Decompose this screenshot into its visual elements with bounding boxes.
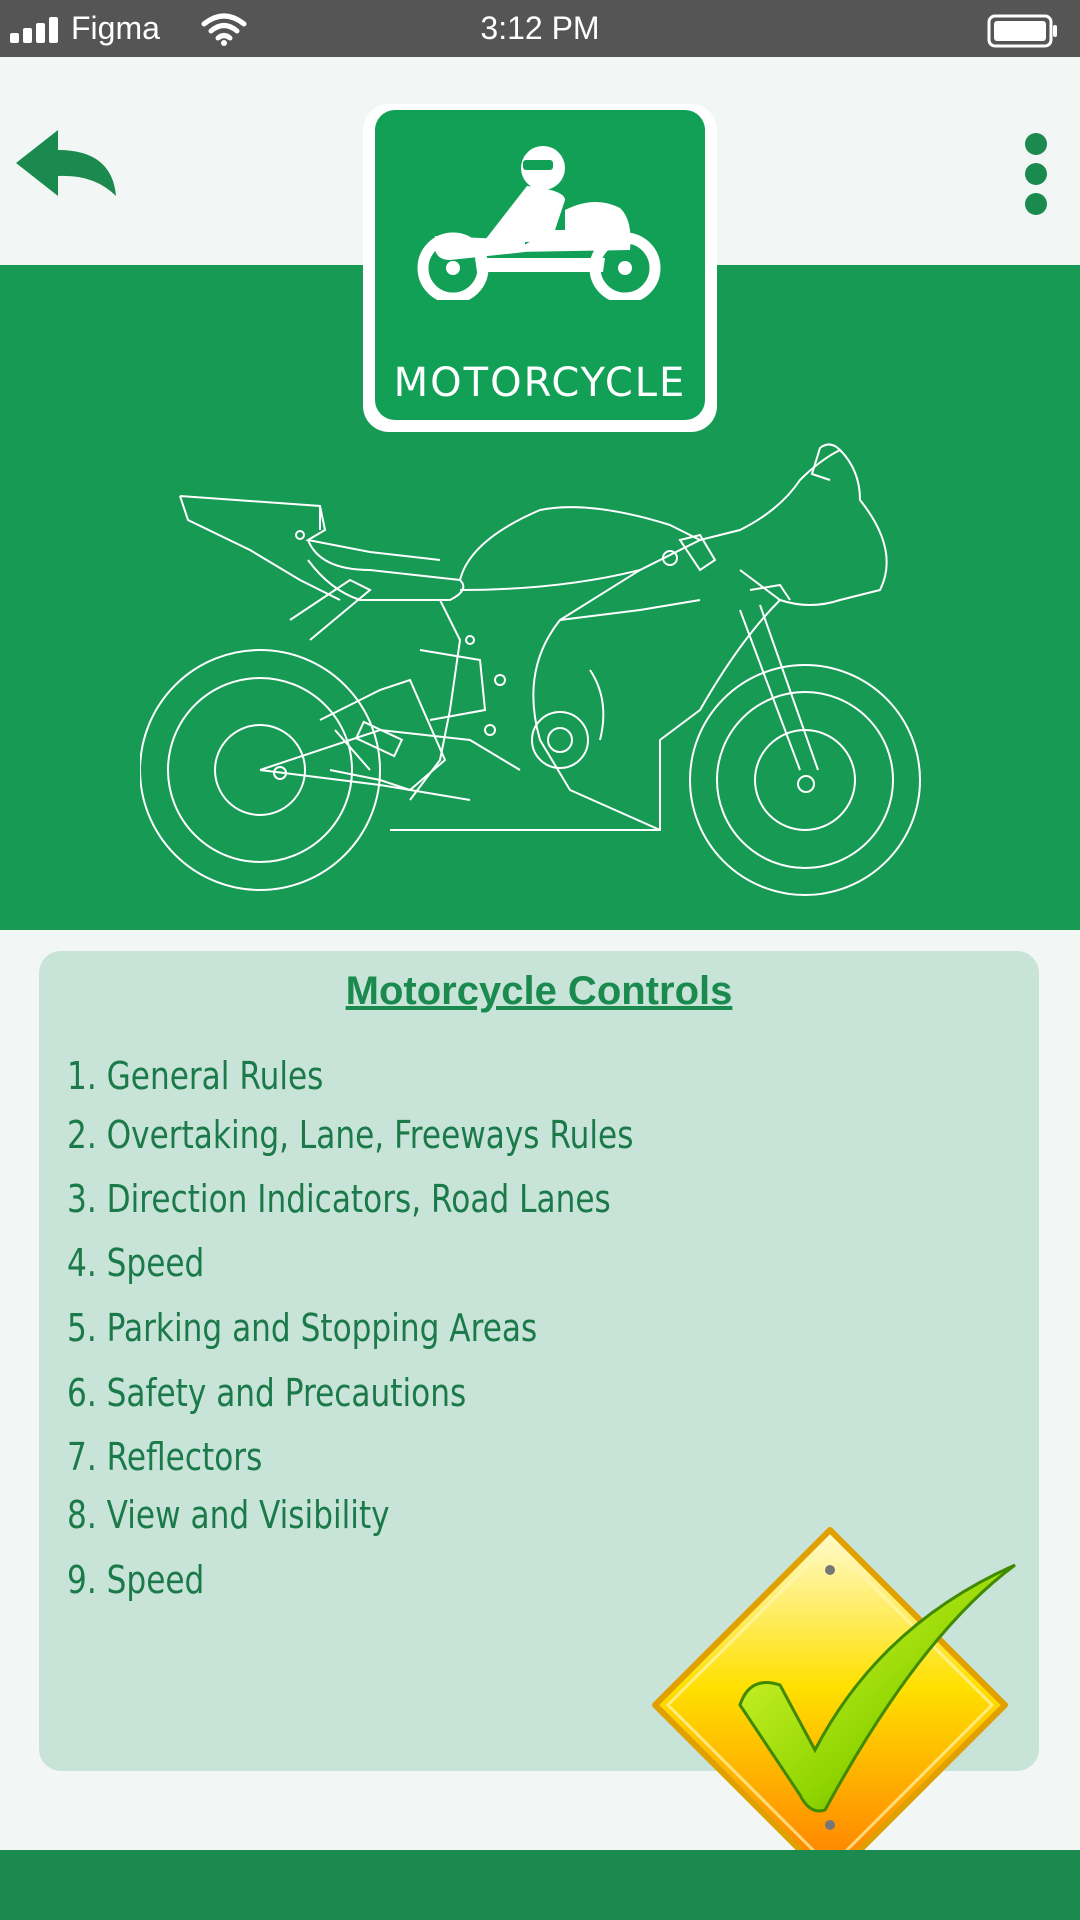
checkmark-sign-icon [652,1527,1016,1883]
motorcycle-outline [140,443,921,896]
rule-item[interactable]: 1. General Rules [67,1054,323,1098]
rule-item[interactable]: 2. Overtaking, Lane, Freeways Rules [67,1113,633,1157]
rule-item[interactable]: 5. Parking and Stopping Areas [67,1306,537,1350]
bottom-bar [0,1850,1080,1920]
badge-label: MOTORCYCLE [393,360,687,406]
rule-item[interactable]: 8. View and Visibility [67,1493,390,1537]
clock: 3:12 PM [480,10,600,46]
motorcycle-rider-icon [417,146,661,300]
card-title: Motorcycle Controls [345,969,733,1013]
rule-item[interactable]: 6. Safety and Precautions [67,1371,466,1415]
battery-icon [987,14,1057,48]
motorcycle-badge: MOTORCYCLE [375,110,705,420]
rule-item[interactable]: 4. Speed [67,1241,204,1285]
status-bar: Figma 3:12 PM [0,0,1080,57]
more-vertical-icon[interactable] [1010,128,1062,220]
rule-item[interactable]: 7. Reflectors [67,1435,262,1479]
rule-item[interactable]: 3. Direction Indicators, Road Lanes [67,1177,611,1221]
rule-item[interactable]: 9. Speed [67,1558,204,1602]
back-arrow-icon[interactable] [16,130,120,200]
